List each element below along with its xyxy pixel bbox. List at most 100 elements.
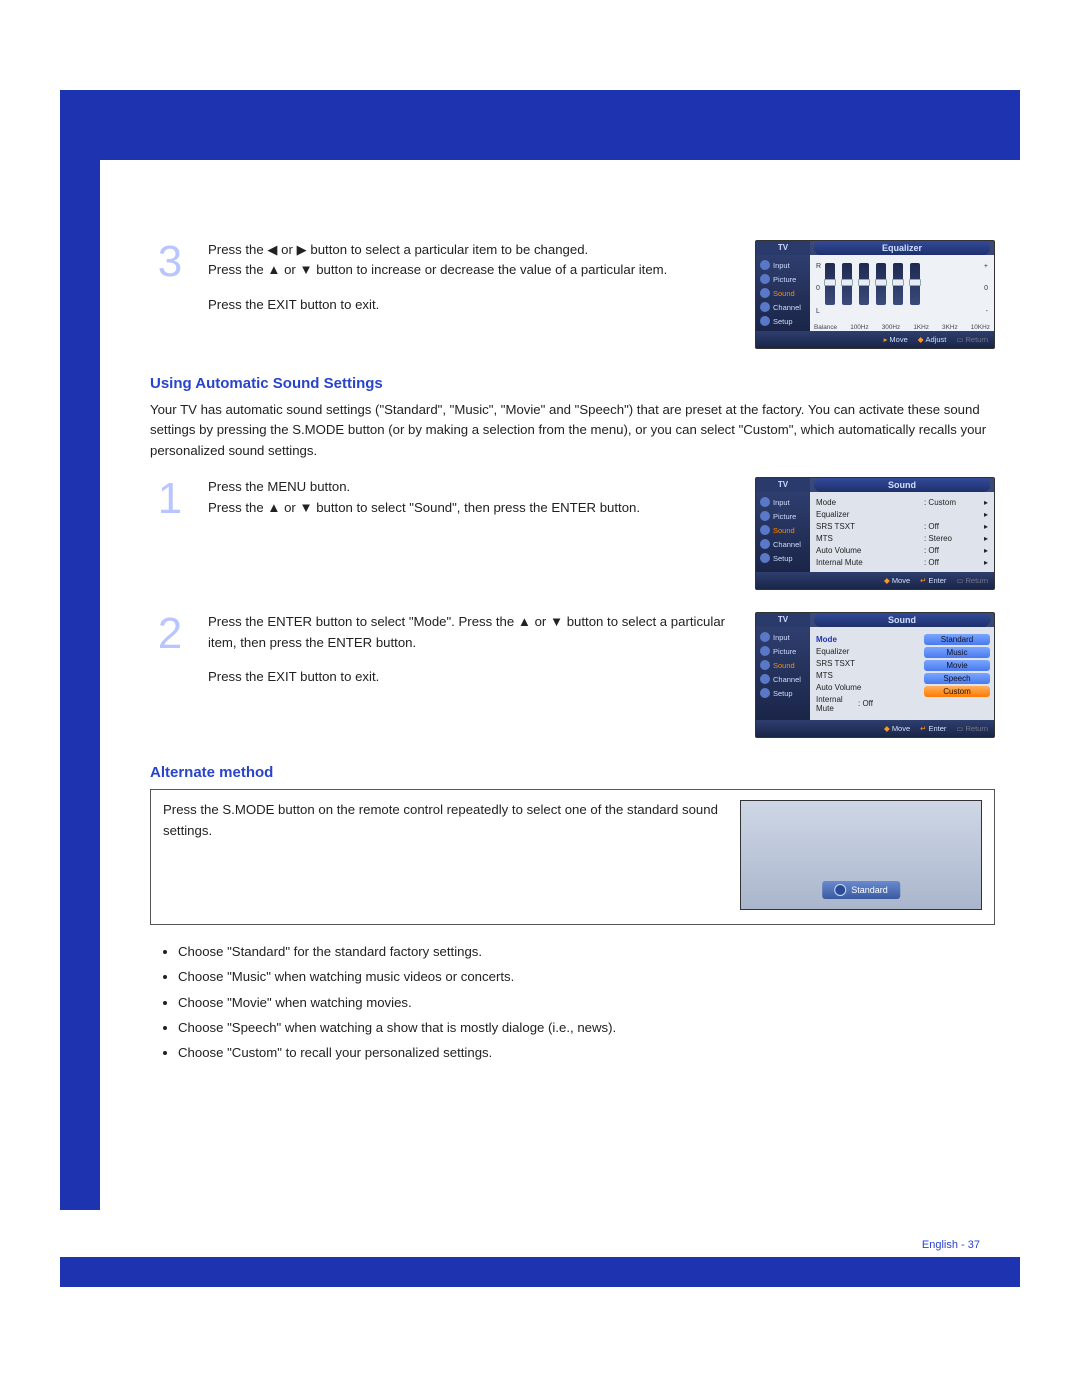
sidebar-sound: Sound — [773, 289, 795, 298]
input-icon — [760, 632, 770, 642]
sidebar-picture: Picture — [773, 275, 796, 284]
eq-slider-100hz — [842, 263, 852, 305]
step3-exit: Press the EXIT button to exit. — [208, 295, 737, 315]
eq-slider-300hz — [859, 263, 869, 305]
row-mts: MTS — [816, 671, 918, 680]
bullet-music: Choose "Music" when watching music video… — [178, 964, 995, 989]
picture-icon — [760, 646, 770, 656]
input-icon — [760, 260, 770, 270]
page-content: 3 Press the ◀ or ▶ button to select a pa… — [150, 240, 995, 1237]
bullet-standard: Choose "Standard" for the standard facto… — [178, 939, 995, 964]
step2-instruction: Press the ENTER button to select "Mode".… — [208, 612, 737, 653]
row-intmute: Internal Mute — [816, 558, 924, 567]
input-icon — [760, 497, 770, 507]
step2-exit: Press the EXIT button to exit. — [208, 667, 737, 687]
equalizer-graphic: R 0 L +0 - — [810, 255, 994, 322]
osd-equalizer: TV Equalizer Input Picture Sound Channel… — [755, 240, 995, 349]
hint-move: ▸ Move — [884, 335, 908, 344]
sidebar-sound: Sound — [773, 526, 795, 535]
opt-movie: Movie — [924, 660, 990, 671]
hint-enter: ↵ Enter — [920, 724, 946, 733]
eq-0b: 0 — [984, 285, 988, 292]
toast-label: Standard — [851, 885, 888, 895]
auto-sound-intro: Your TV has automatic sound settings ("S… — [150, 400, 995, 461]
step-text: Press the ENTER button to select "Mode".… — [208, 612, 737, 701]
step-number: 2 — [150, 612, 190, 656]
bullet-speech: Choose "Speech" when watching a show tha… — [178, 1015, 995, 1040]
picture-icon — [760, 511, 770, 521]
channel-icon — [760, 539, 770, 549]
sidebar-setup: Setup — [773, 554, 793, 563]
banner — [60, 90, 1020, 160]
bullet-movie: Choose "Movie" when watching movies. — [178, 990, 995, 1015]
step3-instruction: Press the ◀ or ▶ button to select a part… — [208, 240, 737, 281]
setup-icon — [760, 316, 770, 326]
row-autovol: Auto Volume — [816, 546, 924, 555]
sidebar-setup: Setup — [773, 317, 793, 326]
row-mts: MTS — [816, 534, 924, 543]
osd-title: Equalizer — [814, 241, 990, 255]
sidebar-input: Input — [773, 633, 790, 642]
step-number: 3 — [150, 240, 190, 284]
eq-minus: - — [984, 308, 988, 315]
alternate-method-box: Press the S.MODE button on the remote co… — [150, 789, 995, 925]
hint-return: ▭ Return — [956, 335, 988, 344]
setup-icon — [760, 688, 770, 698]
eq-0: 0 — [816, 285, 821, 292]
band-100hz: 100Hz — [850, 324, 868, 331]
step-3: 3 Press the ◀ or ▶ button to select a pa… — [150, 240, 995, 349]
eq-slider-3khz — [893, 263, 903, 305]
osd-tv-label: TV — [756, 241, 810, 255]
eq-l: L — [816, 308, 821, 315]
row-intmute: Internal Mute — [816, 695, 858, 713]
eq-slider-balance — [825, 263, 835, 305]
step-text: Press the ◀ or ▶ button to select a part… — [208, 240, 737, 329]
row-equalizer: Equalizer — [816, 510, 924, 519]
page-footer: English - 37 — [922, 1239, 980, 1251]
step-text: Press the MENU button.Press the ▲ or ▼ b… — [208, 477, 737, 532]
sound-icon — [760, 288, 770, 298]
osd-smode-toast: Standard — [740, 800, 982, 910]
osd-sound-mode: TV Sound Input Picture Sound Channel Set… — [755, 612, 995, 738]
opt-standard: Standard — [924, 634, 990, 645]
osd-sidebar: Input Picture Sound Channel Setup — [756, 255, 810, 331]
alt-text: Press the S.MODE button on the remote co… — [163, 800, 724, 910]
osd-title: Sound — [814, 478, 990, 492]
row-srs: SRS TSXT — [816, 522, 924, 531]
band-3khz: 3KHz — [942, 324, 958, 331]
bottom-rail — [60, 1257, 1020, 1287]
osd-sound-menu: TV Sound Input Picture Sound Channel Set… — [755, 477, 995, 590]
sidebar-picture: Picture — [773, 512, 796, 521]
step1-instruction: Press the MENU button.Press the ▲ or ▼ b… — [208, 477, 737, 518]
band-300hz: 300Hz — [882, 324, 900, 331]
sidebar-channel: Channel — [773, 303, 801, 312]
bullet-custom: Choose "Custom" to recall your personali… — [178, 1040, 995, 1065]
osd-tv-label: TV — [756, 478, 810, 492]
eq-slider-10khz — [910, 263, 920, 305]
step-1: 1 Press the MENU button.Press the ▲ or ▼… — [150, 477, 995, 590]
sound-icon — [760, 660, 770, 670]
eq-slider-1khz — [876, 263, 886, 305]
eq-plus: + — [984, 263, 988, 270]
picture-icon — [760, 274, 770, 284]
toast-standard: Standard — [822, 881, 900, 899]
sound-icon — [834, 884, 846, 896]
sidebar-input: Input — [773, 261, 790, 270]
step-number: 1 — [150, 477, 190, 521]
hint-return: ▭ Return — [956, 576, 988, 585]
band-10khz: 10KHz — [971, 324, 990, 331]
row-srs: SRS TSXT — [816, 659, 918, 668]
eq-r: R — [816, 263, 821, 270]
channel-icon — [760, 674, 770, 684]
hint-adjust: ◆ Adjust — [918, 335, 947, 344]
mode-bullet-list: Choose "Standard" for the standard facto… — [150, 939, 995, 1064]
opt-music: Music — [924, 647, 990, 658]
sound-icon — [760, 525, 770, 535]
step-2: 2 Press the ENTER button to select "Mode… — [150, 612, 995, 738]
sidebar-channel: Channel — [773, 675, 801, 684]
channel-icon — [760, 302, 770, 312]
opt-speech: Speech — [924, 673, 990, 684]
setup-icon — [760, 553, 770, 563]
sidebar-setup: Setup — [773, 689, 793, 698]
row-mode: Mode — [816, 635, 918, 644]
